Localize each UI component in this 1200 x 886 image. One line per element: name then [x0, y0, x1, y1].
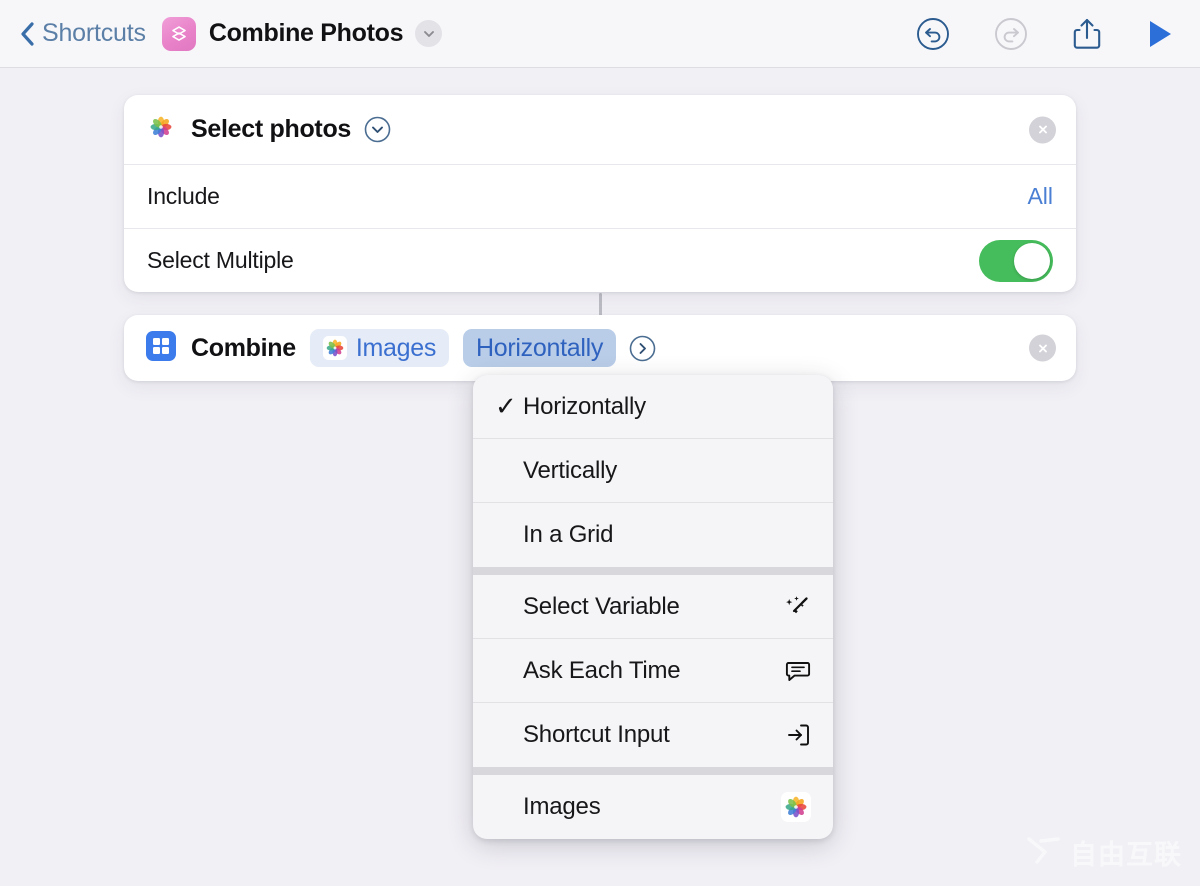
chevron-down-icon[interactable] — [415, 20, 443, 47]
back-chevron-icon[interactable] — [16, 21, 38, 47]
speech-bubble-icon — [785, 658, 811, 684]
menu-separator — [473, 767, 833, 775]
menu-item-label: Images — [523, 793, 601, 820]
shortcuts-app-icon — [161, 16, 196, 51]
menu-item-in-a-grid[interactable]: In a Grid — [473, 503, 833, 567]
action-connector — [599, 293, 602, 316]
photos-app-icon — [781, 792, 811, 822]
menu-item-images[interactable]: Images — [473, 775, 833, 839]
combine-grid-icon — [146, 330, 176, 366]
menu-item-select-variable[interactable]: Select Variable — [473, 575, 833, 639]
menu-group-images: Images — [473, 775, 833, 839]
top-toolbar: Shortcuts Combine Photos — [0, 0, 1200, 68]
watermark-text: 自由互联 — [1070, 840, 1182, 871]
action-card-select-photos: Select photos Include All Select Multipl… — [124, 95, 1076, 292]
menu-item-shortcut-input[interactable]: Shortcut Input — [473, 703, 833, 767]
close-circle-icon[interactable] — [1029, 116, 1056, 143]
mode-token-horizontally[interactable]: Horizontally — [463, 329, 617, 367]
menu-item-label: Ask Each Time — [523, 656, 681, 684]
toolbar-right-group — [916, 17, 1200, 51]
toggle-knob — [1014, 242, 1050, 279]
parameter-label: Select Multiple — [147, 247, 294, 273]
back-to-shortcuts-link[interactable]: Shortcuts — [42, 19, 146, 48]
menu-item-horizontally[interactable]: ✓ Horizontally — [473, 375, 833, 439]
redo-circle-icon — [994, 17, 1028, 51]
chevron-down-circle-icon[interactable] — [364, 116, 391, 143]
photos-app-icon — [146, 112, 176, 147]
page-title: Combine Photos — [208, 19, 404, 47]
toolbar-left-group: Shortcuts Combine Photos — [0, 16, 443, 51]
parameter-row-include[interactable]: Include All — [124, 164, 1076, 228]
input-token-images[interactable]: Images — [309, 329, 450, 367]
menu-group-modes: ✓ Horizontally Vertically In a Grid — [473, 375, 833, 567]
checkmark-icon: ✓ — [495, 391, 517, 421]
menu-item-label: Select Variable — [523, 592, 680, 620]
chevron-right-circle-icon[interactable] — [629, 335, 656, 362]
arrow-into-box-icon — [785, 722, 811, 748]
undo-circle-icon[interactable] — [916, 17, 950, 51]
action-title: Select photos — [191, 115, 352, 143]
x-logo-icon — [1027, 835, 1061, 870]
menu-item-label: Horizontally — [523, 392, 646, 420]
input-token-label: Images — [355, 333, 437, 362]
parameter-row-select-multiple[interactable]: Select Multiple — [124, 228, 1076, 292]
shortcut-editor-canvas: Select photos Include All Select Multipl… — [0, 68, 1200, 886]
play-icon[interactable] — [1146, 18, 1174, 50]
mode-dropdown-menu: ✓ Horizontally Vertically In a Grid Sele… — [473, 375, 833, 839]
share-icon[interactable] — [1072, 17, 1102, 51]
menu-separator — [473, 567, 833, 575]
parameter-label: Include — [147, 183, 220, 209]
menu-item-label: Vertically — [523, 456, 618, 484]
menu-item-label: In a Grid — [523, 521, 614, 548]
menu-item-label: Shortcut Input — [523, 721, 670, 748]
menu-item-ask-each-time[interactable]: Ask Each Time — [473, 639, 833, 703]
close-circle-icon[interactable] — [1029, 334, 1056, 362]
photos-app-icon — [322, 336, 347, 360]
action-card-combine: Combine Images Horizontally — [124, 315, 1076, 381]
action-header[interactable]: Combine Images Horizontally — [124, 315, 1076, 381]
watermark: 自由互联 — [1027, 833, 1182, 872]
mode-token-label: Horizontally — [476, 333, 604, 362]
select-multiple-toggle[interactable] — [979, 239, 1053, 282]
action-header[interactable]: Select photos — [124, 95, 1076, 164]
magic-wand-icon — [785, 594, 811, 620]
action-title: Combine — [191, 333, 296, 362]
menu-group-variables: Select Variable Ask Each Time Shortcut I… — [473, 575, 833, 767]
menu-item-vertically[interactable]: Vertically — [473, 439, 833, 503]
parameter-value[interactable]: All — [1027, 183, 1053, 210]
